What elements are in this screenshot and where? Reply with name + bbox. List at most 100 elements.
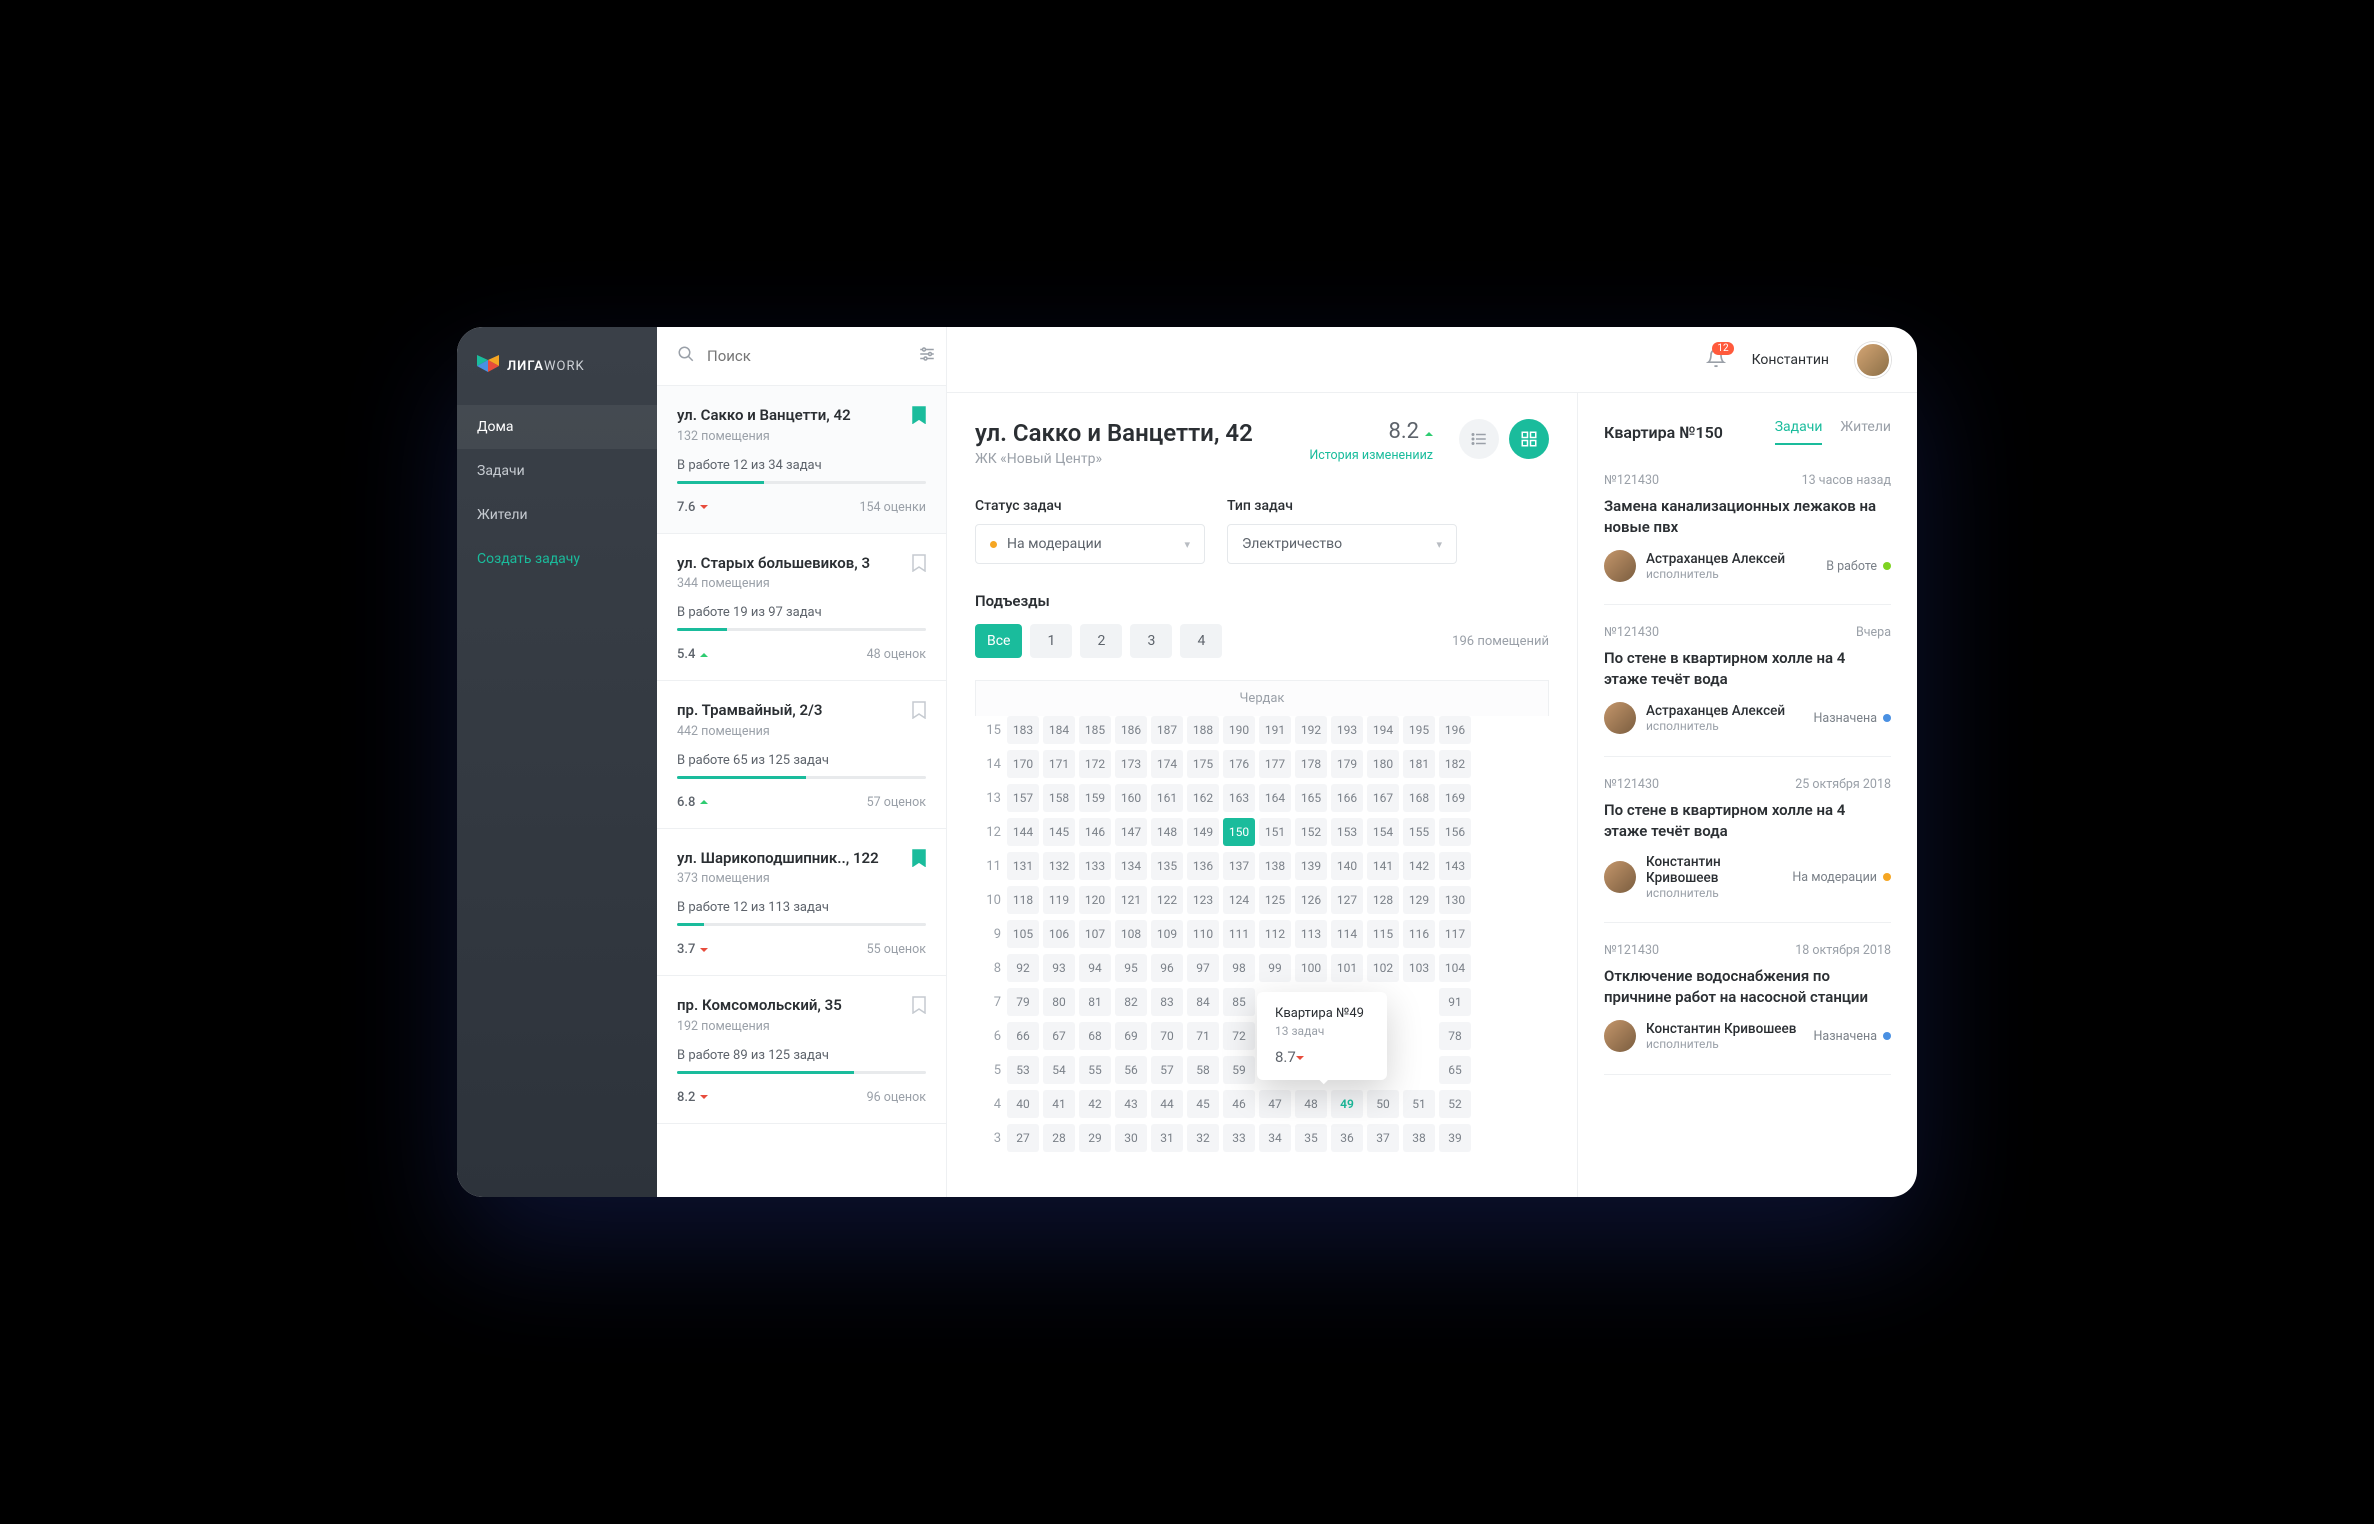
- apartment-cell[interactable]: 103: [1403, 954, 1435, 982]
- apartment-cell[interactable]: 127: [1331, 886, 1363, 914]
- apartment-cell[interactable]: 116: [1403, 920, 1435, 948]
- filter-status-select[interactable]: На модерации ▾: [975, 524, 1205, 564]
- apartment-cell[interactable]: 172: [1079, 750, 1111, 778]
- apartment-cell[interactable]: 186: [1115, 716, 1147, 744]
- apartment-cell[interactable]: 167: [1367, 784, 1399, 812]
- apartment-cell[interactable]: 180: [1367, 750, 1399, 778]
- apartment-cell[interactable]: 184: [1043, 716, 1075, 744]
- apartment-cell[interactable]: 95: [1115, 954, 1147, 982]
- nav-create-task[interactable]: Создать задачу: [457, 537, 657, 581]
- apartment-cell[interactable]: 101: [1331, 954, 1363, 982]
- apartment-cell[interactable]: 188: [1187, 716, 1219, 744]
- apartment-cell[interactable]: 28: [1043, 1124, 1075, 1152]
- apartment-cell[interactable]: 99: [1259, 954, 1291, 982]
- apartment-cell[interactable]: 45: [1187, 1090, 1219, 1118]
- apartment-cell[interactable]: 33: [1223, 1124, 1255, 1152]
- apartment-cell[interactable]: 163: [1223, 784, 1255, 812]
- search-input[interactable]: [707, 347, 906, 365]
- apartment-cell[interactable]: 32: [1187, 1124, 1219, 1152]
- apartment-cell[interactable]: 156: [1439, 818, 1471, 846]
- apartment-cell[interactable]: 147: [1115, 818, 1147, 846]
- apartment-cell[interactable]: 149: [1187, 818, 1219, 846]
- apartment-cell[interactable]: 148: [1151, 818, 1183, 846]
- apartment-cell[interactable]: 168: [1403, 784, 1435, 812]
- bookmark-icon[interactable]: [912, 701, 926, 719]
- apartment-cell[interactable]: 140: [1331, 852, 1363, 880]
- view-grid-button[interactable]: [1509, 419, 1549, 459]
- apartment-cell[interactable]: 105: [1007, 920, 1039, 948]
- apartment-cell[interactable]: 151: [1259, 818, 1291, 846]
- panel-tab[interactable]: Жители: [1840, 419, 1891, 445]
- apartment-cell[interactable]: 144: [1007, 818, 1039, 846]
- username[interactable]: Константин: [1752, 352, 1829, 368]
- apartment-cell[interactable]: 138: [1259, 852, 1291, 880]
- apartment-cell[interactable]: 115: [1367, 920, 1399, 948]
- apartment-cell[interactable]: 120: [1079, 886, 1111, 914]
- apartment-cell[interactable]: 85: [1223, 988, 1255, 1016]
- apartment-cell[interactable]: 152: [1295, 818, 1327, 846]
- apartment-cell[interactable]: 161: [1151, 784, 1183, 812]
- apartment-cell[interactable]: 194: [1367, 716, 1399, 744]
- apartment-cell[interactable]: 107: [1079, 920, 1111, 948]
- apartment-cell[interactable]: 181: [1403, 750, 1435, 778]
- apartment-cell[interactable]: 94: [1079, 954, 1111, 982]
- apartment-cell[interactable]: 141: [1367, 852, 1399, 880]
- apartment-cell[interactable]: 50: [1367, 1090, 1399, 1118]
- task-item[interactable]: №12143013 часов назад Замена канализацио…: [1604, 453, 1891, 605]
- task-item[interactable]: №12143025 октября 2018 По стене в кварти…: [1604, 757, 1891, 923]
- apartment-cell[interactable]: 182: [1439, 750, 1471, 778]
- apartment-cell[interactable]: 179: [1331, 750, 1363, 778]
- apartment-cell[interactable]: 121: [1115, 886, 1147, 914]
- panel-tab[interactable]: Задачи: [1775, 419, 1823, 445]
- apartment-cell[interactable]: 174: [1151, 750, 1183, 778]
- apartment-cell[interactable]: 35: [1295, 1124, 1327, 1152]
- apartment-cell[interactable]: 157: [1007, 784, 1039, 812]
- apartment-cell[interactable]: 153: [1331, 818, 1363, 846]
- apartment-cell[interactable]: 38: [1403, 1124, 1435, 1152]
- apartment-cell[interactable]: 122: [1151, 886, 1183, 914]
- apartment-cell[interactable]: 164: [1259, 784, 1291, 812]
- apartment-cell[interactable]: 49: [1331, 1090, 1363, 1118]
- apartment-cell[interactable]: 192: [1295, 716, 1327, 744]
- apartment-cell[interactable]: 97: [1187, 954, 1219, 982]
- apartment-cell[interactable]: 81: [1079, 988, 1111, 1016]
- apartment-cell[interactable]: 46: [1223, 1090, 1255, 1118]
- apartment-cell[interactable]: 48: [1295, 1090, 1327, 1118]
- apartment-cell[interactable]: 178: [1295, 750, 1327, 778]
- apartment-cell[interactable]: 93: [1043, 954, 1075, 982]
- filter-type-select[interactable]: Электричество ▾: [1227, 524, 1457, 564]
- apartment-cell[interactable]: 187: [1151, 716, 1183, 744]
- apartment-cell[interactable]: 129: [1403, 886, 1435, 914]
- apartment-cell[interactable]: 70: [1151, 1022, 1183, 1050]
- apartment-cell[interactable]: 59: [1223, 1056, 1255, 1084]
- apartment-cell[interactable]: 96: [1151, 954, 1183, 982]
- filter-icon[interactable]: [918, 345, 936, 367]
- apartment-cell[interactable]: 134: [1115, 852, 1147, 880]
- apartment-cell[interactable]: 67: [1043, 1022, 1075, 1050]
- apartment-cell[interactable]: 83: [1151, 988, 1183, 1016]
- apartment-cell[interactable]: 132: [1043, 852, 1075, 880]
- task-item[interactable]: №12143018 октября 2018 Отключение водосн…: [1604, 923, 1891, 1075]
- apartment-cell[interactable]: 42: [1079, 1090, 1111, 1118]
- apartment-cell[interactable]: 118: [1007, 886, 1039, 914]
- house-card[interactable]: ул. Шарикоподшипник.., 122 373 помещения…: [657, 829, 946, 977]
- apartment-cell[interactable]: 137: [1223, 852, 1255, 880]
- rating-history-link[interactable]: История измененииz: [1309, 448, 1433, 463]
- apartment-cell[interactable]: 27: [1007, 1124, 1039, 1152]
- apartment-cell[interactable]: 113: [1295, 920, 1327, 948]
- apartment-cell[interactable]: 31: [1151, 1124, 1183, 1152]
- entrance-btn[interactable]: 1: [1030, 624, 1072, 658]
- apartment-cell[interactable]: 158: [1043, 784, 1075, 812]
- apartment-cell[interactable]: 109: [1151, 920, 1183, 948]
- house-card[interactable]: ул. Сакко и Ванцетти, 42 132 помещения В…: [657, 386, 946, 534]
- apartment-cell[interactable]: 29: [1079, 1124, 1111, 1152]
- apartment-cell[interactable]: 80: [1043, 988, 1075, 1016]
- apartment-cell[interactable]: 58: [1187, 1056, 1219, 1084]
- apartment-cell[interactable]: 162: [1187, 784, 1219, 812]
- apartment-cell[interactable]: 72: [1223, 1022, 1255, 1050]
- apartment-cell[interactable]: 51: [1403, 1090, 1435, 1118]
- house-card[interactable]: пр. Комсомольский, 35 192 помещения В ра…: [657, 976, 946, 1124]
- view-list-button[interactable]: [1459, 419, 1499, 459]
- apartment-cell[interactable]: 98: [1223, 954, 1255, 982]
- apartment-cell[interactable]: 37: [1367, 1124, 1399, 1152]
